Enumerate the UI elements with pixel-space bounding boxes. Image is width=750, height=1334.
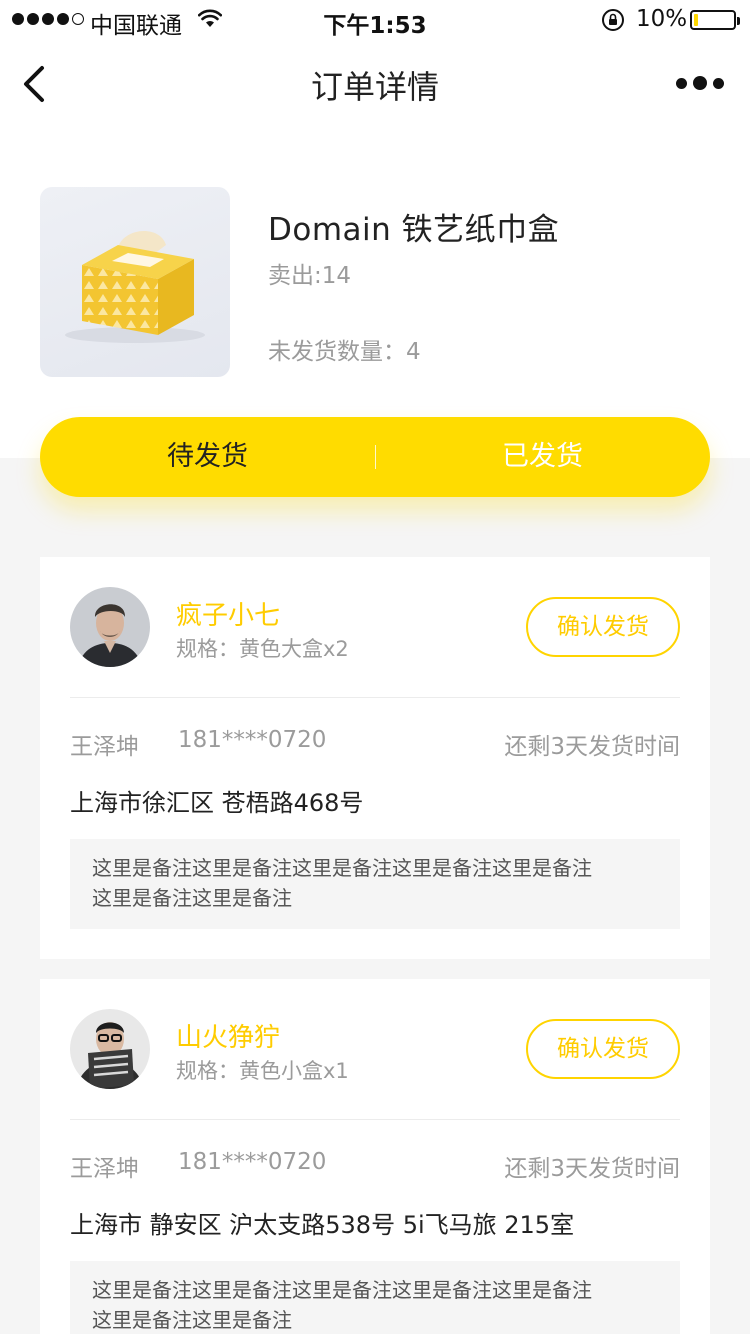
rotation-lock-icon (600, 8, 626, 38)
order-note: 这里是备注这里是备注这里是备注这里是备注这里是备注 这里是备注这里是备注 (70, 1261, 680, 1334)
tab-pending-shipment[interactable]: 待发货 (40, 417, 375, 497)
shipping-deadline: 还剩3天发货时间 (504, 1156, 680, 1182)
recipient-name: 王泽坤 (70, 734, 139, 760)
avatar (70, 587, 150, 667)
shipping-address: 上海市 静安区 沪太支路538号 5i飞马旅 215室 (70, 1211, 575, 1239)
order-note: 这里是备注这里是备注这里是备注这里是备注这里是备注 这里是备注这里是备注 (70, 839, 680, 929)
order-note-line: 这里是备注这里是备注 (92, 886, 292, 910)
order-note-line: 这里是备注这里是备注这里是备注这里是备注这里是备注 (92, 856, 592, 880)
product-summary: Domain 铁艺纸巾盒 卖出:14 未发货数量：4 (0, 128, 750, 458)
more-button[interactable] (676, 76, 724, 90)
product-name: Domain 铁艺纸巾盒 (268, 212, 560, 248)
tab-shipped[interactable]: 已发货 (375, 417, 710, 497)
product-image (40, 187, 230, 377)
shipping-deadline: 还剩3天发货时间 (504, 734, 680, 760)
order-note-line: 这里是备注这里是备注这里是备注这里是备注这里是备注 (92, 1278, 592, 1302)
confirm-shipment-button[interactable]: 确认发货 (526, 1019, 680, 1079)
order-note-line: 这里是备注这里是备注 (92, 1308, 292, 1332)
order-spec: 规格：黄色大盒x2 (176, 637, 349, 661)
recipient-name: 王泽坤 (70, 1156, 139, 1182)
shipping-status-tabs: 待发货 已发货 (40, 417, 710, 497)
status-bar: 中国联通 下午1:53 10% (0, 0, 750, 40)
buyer-name: 山火狰狞 (176, 1023, 281, 1053)
page-title: 订单详情 (310, 68, 439, 106)
shipping-address: 上海市徐汇区 苍梧路468号 (70, 789, 364, 817)
product-sold-count: 卖出:14 (268, 263, 352, 289)
more-dots-icon (676, 77, 687, 89)
battery-percent: 10% (636, 6, 688, 32)
recipient-phone: 181****0720 (178, 1149, 327, 1175)
buyer-name: 疯子小七 (176, 601, 281, 631)
avatar (70, 1009, 150, 1089)
recipient-phone: 181****0720 (178, 727, 327, 753)
confirm-shipment-button[interactable]: 确认发货 (526, 597, 680, 657)
order-card: 山火狰狞 规格：黄色小盒x1 确认发货 王泽坤 181****0720 还剩3天… (40, 979, 710, 1334)
divider (70, 1119, 680, 1120)
nav-bar: 订单详情 (0, 40, 750, 128)
battery-icon (690, 10, 740, 30)
order-spec: 规格：黄色小盒x1 (176, 1059, 349, 1083)
product-unshipped-count: 未发货数量：4 (268, 339, 421, 365)
divider (70, 697, 680, 698)
order-card: 疯子小七 规格：黄色大盒x2 确认发货 王泽坤 181****0720 还剩3天… (40, 557, 710, 959)
